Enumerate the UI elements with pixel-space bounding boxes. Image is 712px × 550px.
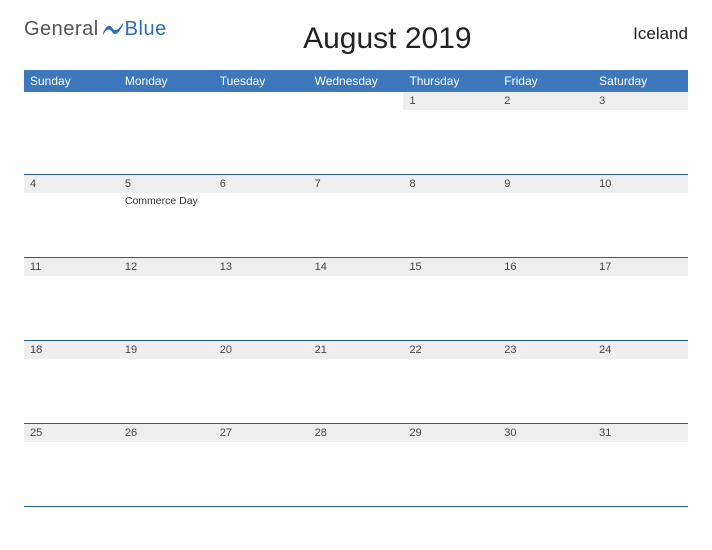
calendar-cell: 23 [498, 341, 593, 423]
day-number: 10 [593, 175, 688, 193]
calendar-cell [309, 92, 404, 174]
region-label: Iceland [608, 24, 688, 44]
calendar-cell [214, 92, 309, 174]
calendar: Sunday Monday Tuesday Wednesday Thursday… [24, 70, 688, 507]
weeks-container: 12345Commerce Day67891011121314151617181… [24, 92, 688, 507]
day-number: 22 [403, 341, 498, 359]
calendar-cell: 19 [119, 341, 214, 423]
calendar-cell: 15 [403, 258, 498, 340]
day-number: 27 [214, 424, 309, 442]
logo-text-blue: Blue [125, 18, 167, 41]
day-header-row: Sunday Monday Tuesday Wednesday Thursday… [24, 70, 688, 92]
week-row: 45Commerce Day678910 [24, 175, 688, 258]
day-number: 9 [498, 175, 593, 193]
day-number [24, 92, 119, 110]
day-header: Saturday [593, 70, 688, 92]
day-number: 12 [119, 258, 214, 276]
day-number: 4 [24, 175, 119, 193]
calendar-title: August 2019 [167, 22, 608, 56]
calendar-cell: 22 [403, 341, 498, 423]
day-number: 23 [498, 341, 593, 359]
calendar-cell: 1 [403, 92, 498, 174]
calendar-cell: 3 [593, 92, 688, 174]
calendar-cell: 13 [214, 258, 309, 340]
day-header: Thursday [403, 70, 498, 92]
calendar-cell: 10 [593, 175, 688, 257]
calendar-cell: 9 [498, 175, 593, 257]
day-number: 25 [24, 424, 119, 442]
header: General Blue August 2019 Iceland [24, 18, 688, 56]
calendar-cell: 27 [214, 424, 309, 506]
week-row: 18192021222324 [24, 341, 688, 424]
day-number: 30 [498, 424, 593, 442]
day-number: 1 [403, 92, 498, 110]
logo-wave-icon [103, 20, 123, 43]
calendar-cell: 4 [24, 175, 119, 257]
day-number [214, 92, 309, 110]
week-row: 11121314151617 [24, 258, 688, 341]
calendar-cell: 2 [498, 92, 593, 174]
day-number: 16 [498, 258, 593, 276]
calendar-cell: 11 [24, 258, 119, 340]
calendar-cell: 8 [403, 175, 498, 257]
logo: General Blue [24, 18, 167, 43]
day-number: 5 [119, 175, 214, 193]
day-number: 26 [119, 424, 214, 442]
day-number: 24 [593, 341, 688, 359]
week-row: 25262728293031 [24, 424, 688, 507]
day-number: 28 [309, 424, 404, 442]
event-label: Commerce Day [119, 193, 214, 207]
day-number [309, 92, 404, 110]
day-number: 14 [309, 258, 404, 276]
day-number [119, 92, 214, 110]
day-number: 19 [119, 341, 214, 359]
calendar-cell: 16 [498, 258, 593, 340]
day-number: 3 [593, 92, 688, 110]
day-number: 20 [214, 341, 309, 359]
calendar-cell: 5Commerce Day [119, 175, 214, 257]
calendar-cell [119, 92, 214, 174]
day-number: 17 [593, 258, 688, 276]
day-header: Friday [498, 70, 593, 92]
calendar-cell: 30 [498, 424, 593, 506]
day-number: 11 [24, 258, 119, 276]
day-number: 8 [403, 175, 498, 193]
calendar-cell: 18 [24, 341, 119, 423]
day-number: 2 [498, 92, 593, 110]
day-header: Tuesday [214, 70, 309, 92]
week-row: 123 [24, 92, 688, 175]
day-header: Monday [119, 70, 214, 92]
logo-text-general: General [24, 18, 99, 41]
day-number: 31 [593, 424, 688, 442]
day-header: Sunday [24, 70, 119, 92]
calendar-cell: 26 [119, 424, 214, 506]
calendar-cell: 7 [309, 175, 404, 257]
day-number: 18 [24, 341, 119, 359]
calendar-cell: 20 [214, 341, 309, 423]
calendar-cell: 24 [593, 341, 688, 423]
day-number: 6 [214, 175, 309, 193]
day-number: 29 [403, 424, 498, 442]
calendar-cell: 25 [24, 424, 119, 506]
day-header: Wednesday [309, 70, 404, 92]
calendar-cell: 14 [309, 258, 404, 340]
calendar-cell: 12 [119, 258, 214, 340]
day-number: 21 [309, 341, 404, 359]
day-number: 15 [403, 258, 498, 276]
calendar-cell [24, 92, 119, 174]
calendar-cell: 21 [309, 341, 404, 423]
calendar-cell: 17 [593, 258, 688, 340]
calendar-cell: 6 [214, 175, 309, 257]
day-number: 7 [309, 175, 404, 193]
calendar-cell: 29 [403, 424, 498, 506]
calendar-cell: 28 [309, 424, 404, 506]
calendar-cell: 31 [593, 424, 688, 506]
day-number: 13 [214, 258, 309, 276]
